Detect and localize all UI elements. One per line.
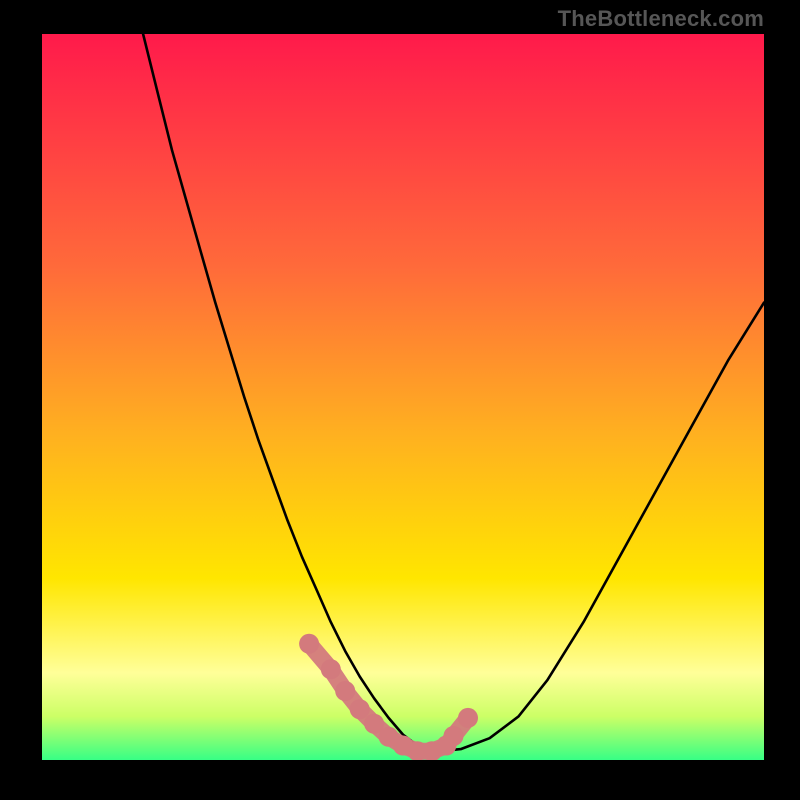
highlight-point	[458, 708, 478, 728]
bottleneck-curve	[143, 34, 764, 751]
highlight-point	[335, 681, 355, 701]
chart-plot-area	[42, 34, 764, 760]
highlight-point	[444, 726, 464, 746]
highlight-point	[299, 634, 319, 654]
highlight-point	[321, 659, 341, 679]
chart-svg	[42, 34, 764, 760]
highlight-point	[350, 699, 370, 719]
watermark-text: TheBottleneck.com	[558, 6, 764, 32]
chart-frame: TheBottleneck.com	[0, 0, 800, 800]
